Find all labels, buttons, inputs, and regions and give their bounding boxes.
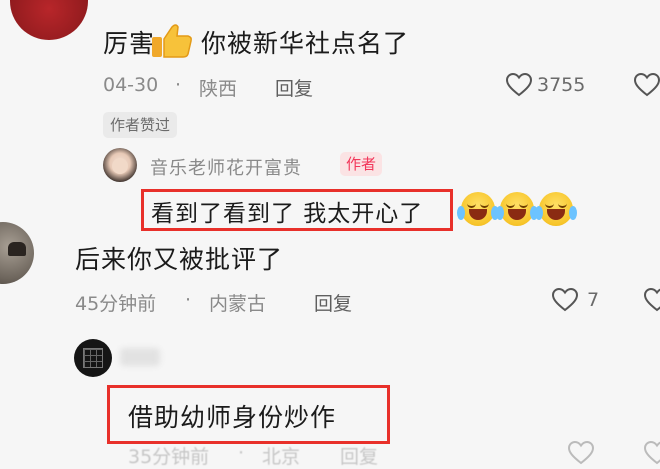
blurred-username: [120, 348, 160, 366]
commenter-avatar-2[interactable]: [0, 222, 34, 284]
meta-separator: ·: [185, 289, 192, 311]
comment-1-reply-button[interactable]: 回复: [275, 74, 313, 101]
comment-2-like-count: 7: [587, 289, 600, 311]
laughing-tears-emoji: [535, 192, 577, 226]
comment-2-reply-button[interactable]: 回复: [314, 289, 352, 316]
author-avatar[interactable]: [103, 148, 137, 182]
comment-2-date: 45分钟前: [75, 293, 157, 315]
author-liked-badge: 作者赞过: [103, 112, 178, 138]
heart-outline-icon[interactable]: [552, 288, 578, 312]
commenter-avatar-3[interactable]: [74, 339, 112, 377]
meta-separator: ·: [175, 74, 182, 96]
comment-1-like-count: 3755: [537, 74, 586, 96]
laughing-tears-emoji: [496, 192, 538, 226]
heart-outline-icon[interactable]: [506, 73, 532, 97]
laughing-tears-emoji: [457, 192, 499, 226]
heart-outline-icon[interactable]: [644, 441, 660, 465]
author-name[interactable]: 音乐老师花开富贵: [150, 154, 302, 180]
heart-outline-icon[interactable]: [634, 73, 660, 97]
author-tag: 作者: [340, 152, 383, 176]
heart-outline-icon[interactable]: [568, 441, 594, 465]
heart-outline-icon[interactable]: [644, 288, 660, 312]
comment-1-text-a: 厉害: [103, 29, 156, 58]
meta-separator: ·: [238, 442, 245, 464]
comment-2-location: 内蒙古: [209, 293, 267, 315]
highlight-box: [107, 385, 390, 444]
commenter-avatar-1[interactable]: [10, 0, 88, 40]
highlight-box: [141, 189, 453, 231]
comment-1-location: 陕西: [199, 78, 238, 100]
comment-2-text: 后来你又被批评了: [75, 245, 284, 274]
comment-3-reply-button[interactable]: 回复: [340, 442, 378, 469]
comment-3-date: 35分钟前: [128, 446, 210, 468]
thumbs-up-icon: [152, 24, 192, 58]
comment-1-text-b: 你被新华社点名了: [201, 29, 410, 58]
comment-3-location: 北京: [262, 446, 301, 468]
comment-1-date: 04-30: [103, 74, 159, 96]
